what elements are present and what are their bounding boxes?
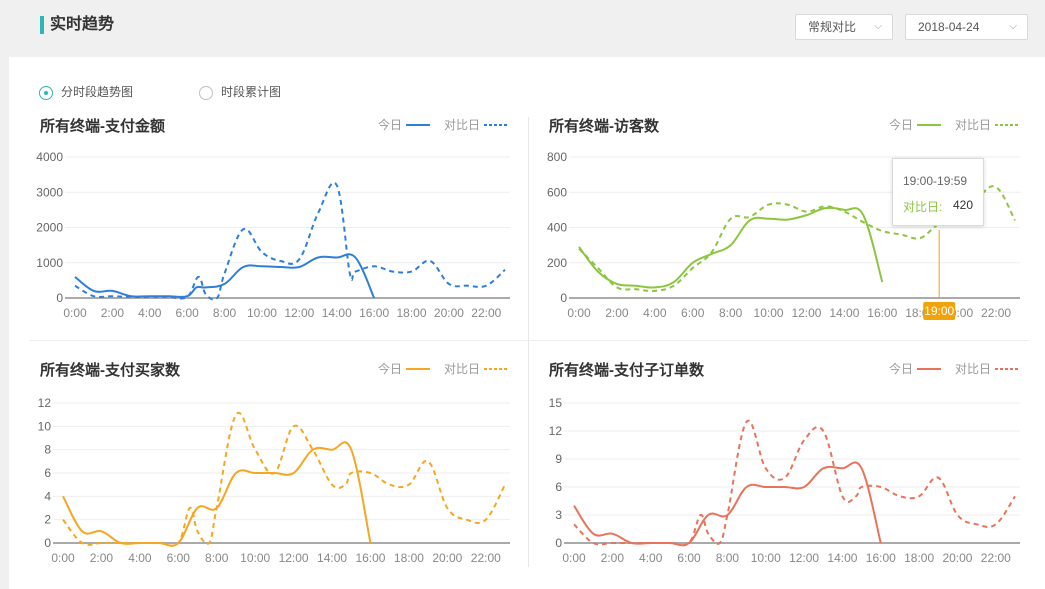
- x-tick-label: 12:00: [789, 551, 819, 565]
- x-tick-label: 20:00: [432, 551, 462, 565]
- x-tick-label: 2:00: [90, 551, 114, 565]
- y-tick-label: 6: [44, 466, 51, 480]
- hover-marker-label: 19:00: [924, 304, 954, 318]
- legend-label-compare: 对比日: [955, 118, 991, 132]
- y-tick-label: 4: [44, 489, 51, 503]
- x-tick-label: 14:00: [317, 551, 347, 565]
- series-line-today: [573, 461, 882, 547]
- x-tick-label: 22:00: [981, 551, 1011, 565]
- series-line-today: [62, 441, 372, 547]
- tooltip-time: 19:00-19:59: [903, 174, 968, 188]
- y-tick-label: 200: [547, 256, 567, 270]
- x-tick-label: 14:00: [827, 551, 857, 565]
- x-tick-label: 6:00: [677, 551, 701, 565]
- chart-title: 所有终端-支付金额: [40, 117, 165, 135]
- x-tick-label: 4:00: [128, 551, 152, 565]
- x-tick-label: 18:00: [904, 551, 934, 565]
- x-tick-label: 2:00: [605, 306, 629, 320]
- x-tick-label: 16:00: [359, 306, 389, 320]
- x-tick-label: 10:00: [247, 306, 277, 320]
- y-tick-label: 12: [549, 424, 563, 438]
- tooltip-value: 420: [953, 198, 974, 212]
- series-line-compare: [74, 181, 506, 301]
- charts-canvas: 所有终端-支付金额 今日 对比日010002000300040000:00 2:00 4…: [36, 117, 1020, 565]
- legend-label-today: 今日: [889, 361, 913, 376]
- x-tick-label: 10:00: [240, 551, 270, 565]
- y-tick-label: 800: [547, 150, 567, 164]
- x-tick-label: 8:00: [716, 551, 740, 565]
- x-tick-label: 4:00: [643, 306, 667, 320]
- x-tick-label: 12:00: [279, 551, 309, 565]
- x-tick-label: 10:00: [751, 551, 781, 565]
- x-tick-label: 16:00: [867, 306, 897, 320]
- x-tick-label: 8:00: [205, 551, 229, 565]
- x-tick-label: 14:00: [829, 306, 859, 320]
- y-tick-label: 1000: [36, 256, 63, 270]
- x-tick-label: 10:00: [754, 306, 784, 320]
- legend-label-today: 今日: [889, 117, 913, 132]
- x-tick-label: 8:00: [213, 306, 237, 320]
- y-tick-label: 15: [549, 396, 563, 410]
- y-tick-label: 0: [44, 536, 51, 550]
- series-line-compare: [573, 419, 1016, 547]
- y-tick-label: 2000: [36, 221, 63, 235]
- y-tick-label: 0: [560, 291, 567, 305]
- x-tick-label: 6:00: [175, 306, 199, 320]
- x-tick-label: 0:00: [567, 306, 591, 320]
- y-tick-label: 4000: [36, 150, 63, 164]
- y-tick-label: 6: [555, 480, 562, 494]
- chart-title: 所有终端-支付子订单数: [549, 361, 705, 379]
- x-tick-label: 22:00: [981, 306, 1011, 320]
- x-tick-label: 2:00: [101, 306, 125, 320]
- legend-label-compare: 对比日: [955, 362, 991, 376]
- chart-title: 所有终端-支付买家数: [40, 361, 181, 379]
- x-tick-label: 6:00: [681, 306, 705, 320]
- y-tick-label: 10: [38, 419, 52, 433]
- x-tick-label: 0:00: [51, 551, 75, 565]
- y-tick-label: 3000: [36, 185, 63, 199]
- x-tick-label: 16:00: [355, 551, 385, 565]
- x-tick-label: 12:00: [284, 306, 314, 320]
- x-tick-label: 2:00: [601, 551, 625, 565]
- x-tick-label: 14:00: [322, 306, 352, 320]
- x-tick-label: 20:00: [434, 306, 464, 320]
- y-tick-label: 2: [44, 513, 51, 527]
- y-tick-label: 0: [555, 536, 562, 550]
- x-tick-label: 20:00: [942, 551, 972, 565]
- x-tick-label: 12:00: [791, 306, 821, 320]
- y-tick-label: 600: [547, 185, 567, 199]
- x-tick-label: 8:00: [719, 306, 743, 320]
- x-tick-label: 4:00: [639, 551, 663, 565]
- x-tick-label: 16:00: [866, 551, 896, 565]
- y-tick-label: 12: [38, 396, 52, 410]
- x-tick-label: 22:00: [471, 551, 501, 565]
- y-tick-label: 400: [547, 221, 567, 235]
- chart-tooltip: 19:00-19:59 对比日: 420: [892, 158, 984, 226]
- y-tick-label: 0: [56, 291, 63, 305]
- y-tick-label: 8: [44, 443, 51, 457]
- x-tick-label: 0:00: [562, 551, 586, 565]
- series-line-compare: [62, 411, 506, 547]
- legend-label-compare: 对比日: [444, 118, 480, 132]
- x-tick-label: 18:00: [394, 551, 424, 565]
- tooltip-label: 对比日:: [903, 200, 943, 214]
- y-tick-label: 3: [555, 508, 562, 522]
- series-line-today: [74, 253, 376, 299]
- x-tick-label: 22:00: [471, 306, 501, 320]
- x-tick-label: 0:00: [63, 306, 87, 320]
- x-tick-label: 18:00: [397, 306, 427, 320]
- y-tick-label: 9: [555, 452, 562, 466]
- chart-title: 所有终端-访客数: [549, 117, 660, 135]
- legend-label-compare: 对比日: [444, 362, 480, 376]
- x-tick-label: 6:00: [167, 551, 191, 565]
- legend-label-today: 今日: [378, 361, 402, 376]
- legend-label-today: 今日: [378, 117, 402, 132]
- x-tick-label: 4:00: [138, 306, 162, 320]
